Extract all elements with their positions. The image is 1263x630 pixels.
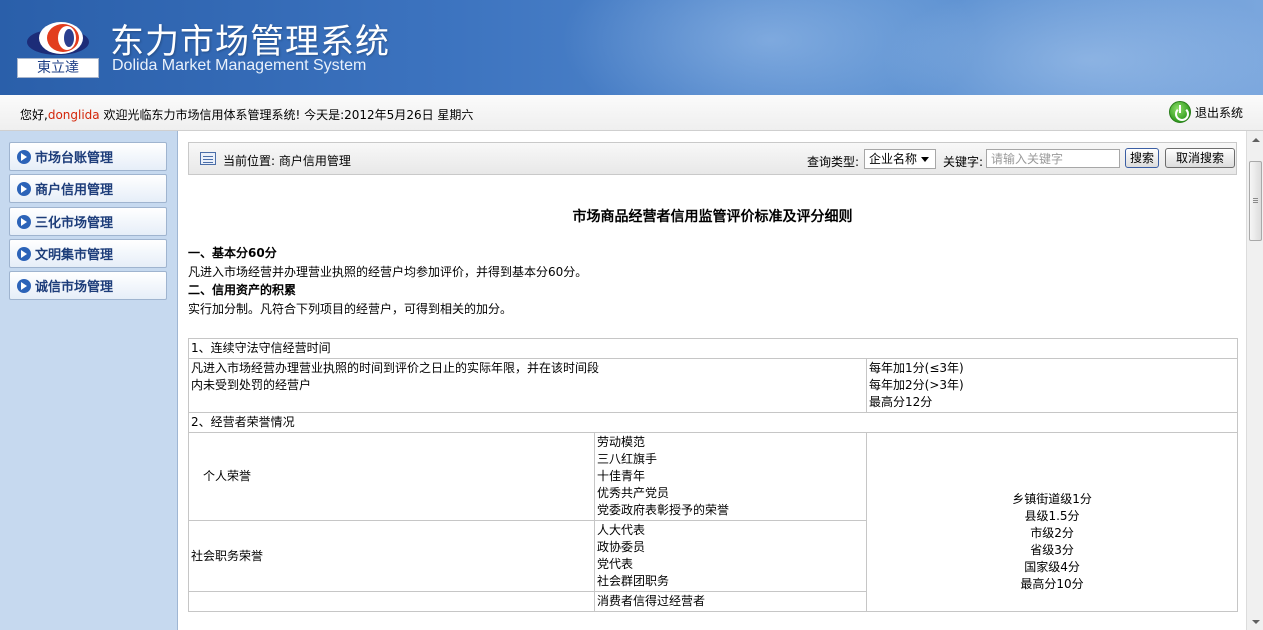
score-line: 每年加1分(≤3年) [869, 361, 964, 375]
score-line: 市级2分 [1030, 526, 1074, 540]
rules-table: 1、连续守法守信经营时间 凡进入市场经营办理营业执照的时间到评价之日止的实际年限… [187, 338, 1239, 612]
sidebar-item-label[interactable]: 文明集市管理 [35, 244, 113, 263]
keyword-input[interactable] [986, 149, 1120, 168]
honor-item: 优秀共产党员 [597, 486, 670, 500]
logout-button[interactable]: 退出系统 [1168, 101, 1243, 123]
sidebar-item-market-ledger[interactable]: 市场台账管理 [9, 142, 167, 171]
social-honor-items: 人大代表 政协委员 党代表 社会群团职务 [594, 520, 867, 592]
query-type-value[interactable]: 企业名称 [869, 152, 917, 166]
logo: 東立達 [17, 16, 99, 78]
scroll-thumb[interactable] [1249, 161, 1262, 241]
header-banner: 東立達 东力市场管理系统 Dolida Market Management Sy… [0, 0, 1263, 95]
honor-item: 十佳青年 [597, 469, 646, 483]
honor-item: 三八红旗手 [597, 452, 658, 466]
sidebar-item-label[interactable]: 商户信用管理 [35, 179, 113, 198]
row1-desc-line: 凡进入市场经营办理营业执照的时间到评价之日止的实际年限，并在该时间段 [191, 361, 600, 375]
row1-title: 1、连续守法守信经营时间 [187, 338, 1239, 359]
arrow-circle-icon [17, 181, 31, 196]
sidebar-item-merchant-credit[interactable]: 商户信用管理 [9, 174, 167, 203]
arrow-circle-icon [17, 149, 31, 164]
scroll-up-icon[interactable] [1247, 131, 1263, 148]
score-line: 县级1.5分 [1024, 509, 1080, 523]
table-row: 1、连续守法守信经营时间 [187, 338, 1239, 359]
location-icon [200, 152, 216, 165]
consumer-honor-items: 消费者信得过经营者 [594, 591, 867, 612]
honor-item: 人大代表 [597, 523, 646, 537]
row2-title: 2、经营者荣誉情况 [187, 412, 1239, 433]
breadcrumb: 当前位置: 商户信用管理 [223, 154, 351, 168]
greeting: 您好, [20, 108, 48, 122]
logo-swoosh-icon [27, 22, 89, 55]
query-type-select[interactable]: 企业名称 [864, 149, 936, 169]
score-line: 每年加2分(>3年) [869, 378, 964, 392]
sidebar-item-label[interactable]: 三化市场管理 [35, 212, 113, 231]
search-button[interactable]: 搜索 [1125, 148, 1159, 168]
honor-item: 政协委员 [597, 540, 646, 554]
section1-text: 凡进入市场经营并办理营业执照的经营户均参加评价，并得到基本分60分。 [188, 265, 588, 279]
username: donglida [47, 108, 100, 122]
keyword-label: 关键字: [943, 155, 984, 169]
score-line: 国家级4分 [1024, 560, 1080, 574]
sidebar-item-integrity-market[interactable]: 诚信市场管理 [9, 271, 167, 300]
row1-description: 凡进入市场经营办理营业执照的时间到评价之日止的实际年限，并在该时间段 内未受到处… [188, 358, 867, 413]
main-content: 当前位置: 商户信用管理 查询类型: 企业名称 关键字: 搜索 取消搜索 市场商… [179, 131, 1246, 630]
logo-text: 東立達 [17, 58, 99, 78]
score-line: 省级3分 [1030, 543, 1074, 557]
vertical-scrollbar[interactable] [1246, 131, 1263, 630]
consumer-honor-label [188, 591, 595, 612]
honor-scores: 乡镇街道级1分 县级1.5分 市级2分 省级3分 国家级4分 最高分10分 [865, 432, 1239, 612]
table-row: 个人荣誉 劳动模范 三八红旗手 十佳青年 优秀共产党员 党委政府表彰授予的荣誉 … [188, 432, 1239, 612]
section2-heading: 二、信用资产的积累 [188, 283, 297, 297]
document-title: 市场商品经营者信用监管评价标准及评分细则 [572, 209, 853, 225]
sidebar-item-three-market[interactable]: 三化市场管理 [9, 207, 167, 236]
scroll-down-icon[interactable] [1247, 613, 1263, 630]
arrow-circle-icon [17, 278, 31, 293]
row1-scores: 每年加1分(≤3年) 每年加2分(>3年) 最高分12分 [865, 358, 1239, 413]
welcome-bar: 您好,donglida 欢迎光临东力市场信用体系管理系统! 今天是:2012年5… [0, 95, 1263, 131]
score-line: 最高分10分 [1020, 577, 1084, 591]
search-toolbar: 当前位置: 商户信用管理 查询类型: 企业名称 关键字: 搜索 取消搜索 [188, 142, 1237, 175]
score-line: 乡镇街道级1分 [1012, 492, 1092, 506]
honor-item: 党委政府表彰授予的荣誉 [597, 503, 730, 517]
sidebar-item-civil-fair[interactable]: 文明集市管理 [9, 239, 167, 268]
chevron-down-icon[interactable] [921, 157, 929, 162]
table-row: 2、经营者荣誉情况 [187, 412, 1239, 433]
personal-honor-items: 劳动模范 三八红旗手 十佳青年 优秀共产党员 党委政府表彰授予的荣誉 [594, 432, 867, 521]
honor-item: 党代表 [597, 557, 634, 571]
logout-label[interactable]: 退出系统 [1195, 104, 1243, 121]
honor-item: 消费者信得过经营者 [597, 594, 706, 608]
table-row: 凡进入市场经营办理营业执照的时间到评价之日止的实际年限，并在该时间段 内未受到处… [188, 358, 1239, 413]
section1-heading: 一、基本分60分 [188, 246, 277, 260]
welcome-message: 您好,donglida 欢迎光临东力市场信用体系管理系统! 今天是:2012年5… [20, 106, 473, 123]
score-line: 最高分12分 [869, 395, 933, 409]
query-type-label: 查询类型: [807, 155, 860, 169]
banner-glow-right [880, 0, 1263, 95]
sidebar-item-label[interactable]: 诚信市场管理 [35, 276, 113, 295]
sidebar-item-label[interactable]: 市场台账管理 [35, 147, 113, 166]
honor-item: 社会群团职务 [597, 574, 670, 588]
row1-desc-line: 内未受到处罚的经营户 [191, 378, 312, 392]
honor-item: 劳动模范 [597, 435, 646, 449]
app-subtitle: Dolida Market Management System [112, 57, 367, 74]
section2-text: 实行加分制。凡符合下列项目的经营户，可得到相关的加分。 [188, 302, 513, 316]
arrow-circle-icon [17, 214, 31, 229]
personal-honor-label: 个人荣誉 [188, 432, 595, 521]
cancel-search-button[interactable]: 取消搜索 [1165, 148, 1235, 168]
arrow-circle-icon [17, 246, 31, 261]
power-icon[interactable] [1168, 101, 1191, 123]
welcome-text: 欢迎光临东力市场信用体系管理系统! 今天是:2012年5月26日 星期六 [99, 108, 474, 122]
app-title: 东力市场管理系统 [110, 22, 390, 62]
sidebar: 市场台账管理 商户信用管理 三化市场管理 文明集市管理 诚信市场管理 [0, 131, 178, 630]
social-honor-label: 社会职务荣誉 [188, 520, 595, 592]
